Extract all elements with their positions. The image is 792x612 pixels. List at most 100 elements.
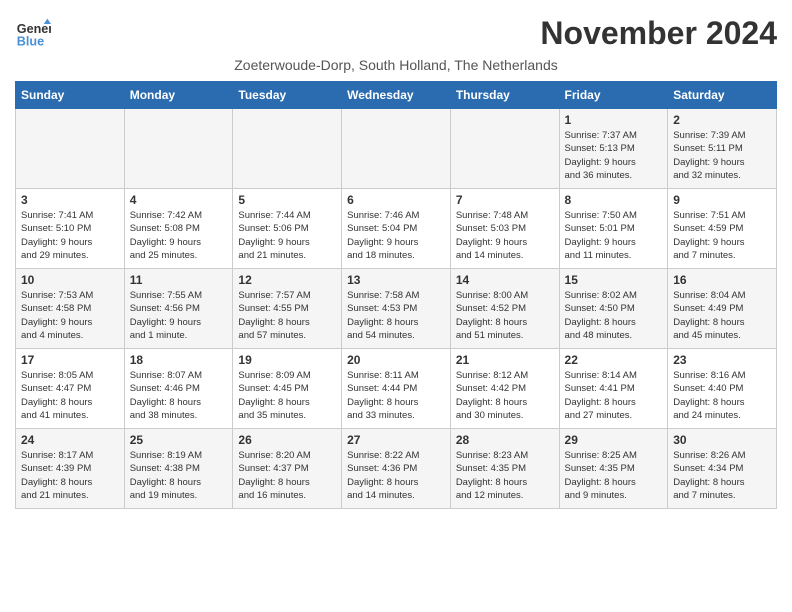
calendar-cell: 26 Sunrise: 8:20 AM Sunset: 4:37 PM Dayli… <box>233 429 342 509</box>
day-info: Sunrise: 7:55 AM Sunset: 4:56 PM Dayligh… <box>130 289 228 342</box>
day-number: 5 <box>238 193 336 207</box>
calendar-cell: 25Sunrise: 8:19 AM Sunset: 4:38 PM Dayli… <box>124 429 233 509</box>
calendar-cell: 4Sunrise: 7:42 AM Sunset: 5:08 PM Daylig… <box>124 189 233 269</box>
calendar-header-sunday: Sunday <box>16 82 125 109</box>
day-number: 22 <box>565 353 663 367</box>
calendar-cell: 11Sunrise: 7:55 AM Sunset: 4:56 PM Dayli… <box>124 269 233 349</box>
calendar-cell: 6 Sunrise: 7:46 AM Sunset: 5:04 PM Daylig… <box>342 189 451 269</box>
day-number: 3 <box>21 193 119 207</box>
calendar-cell: 5 Sunrise: 7:44 AM Sunset: 5:06 PM Daylig… <box>233 189 342 269</box>
calendar-header-friday: Friday <box>559 82 668 109</box>
calendar-week-row: 3 Sunrise: 7:41 AM Sunset: 5:10 PM Daylig… <box>16 189 777 269</box>
day-info: Sunrise: 7:39 AM Sunset: 5:11 PM Dayligh… <box>673 129 771 182</box>
calendar-cell: 21Sunrise: 8:12 AM Sunset: 4:42 PM Dayli… <box>450 349 559 429</box>
calendar-header-saturday: Saturday <box>668 82 777 109</box>
day-info: Sunrise: 8:11 AM Sunset: 4:44 PM Dayligh… <box>347 369 445 422</box>
calendar-cell <box>342 109 451 189</box>
calendar-week-row: 24 Sunrise: 8:17 AM Sunset: 4:39 PM Dayli… <box>16 429 777 509</box>
day-info: Sunrise: 8:20 AM Sunset: 4:37 PM Dayligh… <box>238 449 336 502</box>
day-number: 10 <box>21 273 119 287</box>
calendar-cell: 30 Sunrise: 8:26 AM Sunset: 4:34 PM Dayli… <box>668 429 777 509</box>
calendar-header-row: SundayMondayTuesdayWednesdayThursdayFrid… <box>16 82 777 109</box>
calendar-cell: 15 Sunrise: 8:02 AM Sunset: 4:50 PM Dayli… <box>559 269 668 349</box>
day-info: Sunrise: 7:50 AM Sunset: 5:01 PM Dayligh… <box>565 209 663 262</box>
calendar-cell: 24 Sunrise: 8:17 AM Sunset: 4:39 PM Dayli… <box>16 429 125 509</box>
day-number: 7 <box>456 193 554 207</box>
day-number: 24 <box>21 433 119 447</box>
day-number: 2 <box>673 113 771 127</box>
calendar-cell <box>450 109 559 189</box>
day-number: 26 <box>238 433 336 447</box>
day-number: 28 <box>456 433 554 447</box>
day-info: Sunrise: 7:42 AM Sunset: 5:08 PM Dayligh… <box>130 209 228 262</box>
calendar-header-thursday: Thursday <box>450 82 559 109</box>
day-info: Sunrise: 8:22 AM Sunset: 4:36 PM Dayligh… <box>347 449 445 502</box>
title-section: November 2024 <box>540 15 777 52</box>
day-info: Sunrise: 8:02 AM Sunset: 4:50 PM Dayligh… <box>565 289 663 342</box>
day-info: Sunrise: 7:46 AM Sunset: 5:04 PM Dayligh… <box>347 209 445 262</box>
day-number: 16 <box>673 273 771 287</box>
day-number: 30 <box>673 433 771 447</box>
calendar-cell: 22 Sunrise: 8:14 AM Sunset: 4:41 PM Dayli… <box>559 349 668 429</box>
day-info: Sunrise: 8:14 AM Sunset: 4:41 PM Dayligh… <box>565 369 663 422</box>
day-info: Sunrise: 8:04 AM Sunset: 4:49 PM Dayligh… <box>673 289 771 342</box>
day-info: Sunrise: 8:17 AM Sunset: 4:39 PM Dayligh… <box>21 449 119 502</box>
calendar-week-row: 10Sunrise: 7:53 AM Sunset: 4:58 PM Dayli… <box>16 269 777 349</box>
day-info: Sunrise: 7:48 AM Sunset: 5:03 PM Dayligh… <box>456 209 554 262</box>
day-number: 23 <box>673 353 771 367</box>
calendar-cell: 13Sunrise: 7:58 AM Sunset: 4:53 PM Dayli… <box>342 269 451 349</box>
day-info: Sunrise: 8:25 AM Sunset: 4:35 PM Dayligh… <box>565 449 663 502</box>
calendar-cell: 28 Sunrise: 8:23 AM Sunset: 4:35 PM Dayli… <box>450 429 559 509</box>
calendar-cell <box>124 109 233 189</box>
calendar-cell: 7 Sunrise: 7:48 AM Sunset: 5:03 PM Daylig… <box>450 189 559 269</box>
day-number: 14 <box>456 273 554 287</box>
day-number: 12 <box>238 273 336 287</box>
calendar-week-row: 1 Sunrise: 7:37 AM Sunset: 5:13 PM Daylig… <box>16 109 777 189</box>
day-info: Sunrise: 8:23 AM Sunset: 4:35 PM Dayligh… <box>456 449 554 502</box>
day-number: 27 <box>347 433 445 447</box>
day-number: 20 <box>347 353 445 367</box>
day-info: Sunrise: 8:05 AM Sunset: 4:47 PM Dayligh… <box>21 369 119 422</box>
calendar-cell: 17 Sunrise: 8:05 AM Sunset: 4:47 PM Dayli… <box>16 349 125 429</box>
day-info: Sunrise: 8:19 AM Sunset: 4:38 PM Dayligh… <box>130 449 228 502</box>
day-info: Sunrise: 8:07 AM Sunset: 4:46 PM Dayligh… <box>130 369 228 422</box>
day-info: Sunrise: 8:26 AM Sunset: 4:34 PM Dayligh… <box>673 449 771 502</box>
calendar-cell: 20 Sunrise: 8:11 AM Sunset: 4:44 PM Dayli… <box>342 349 451 429</box>
day-number: 17 <box>21 353 119 367</box>
svg-text:Blue: Blue <box>17 35 44 49</box>
calendar-cell: 1 Sunrise: 7:37 AM Sunset: 5:13 PM Daylig… <box>559 109 668 189</box>
day-number: 6 <box>347 193 445 207</box>
day-number: 19 <box>238 353 336 367</box>
calendar-week-row: 17 Sunrise: 8:05 AM Sunset: 4:47 PM Dayli… <box>16 349 777 429</box>
calendar-cell: 27 Sunrise: 8:22 AM Sunset: 4:36 PM Dayli… <box>342 429 451 509</box>
day-info: Sunrise: 7:44 AM Sunset: 5:06 PM Dayligh… <box>238 209 336 262</box>
page-header: General Blue November 2024 <box>15 15 777 52</box>
day-info: Sunrise: 8:12 AM Sunset: 4:42 PM Dayligh… <box>456 369 554 422</box>
day-number: 9 <box>673 193 771 207</box>
day-info: Sunrise: 7:57 AM Sunset: 4:55 PM Dayligh… <box>238 289 336 342</box>
calendar-cell <box>233 109 342 189</box>
calendar-cell: 19 Sunrise: 8:09 AM Sunset: 4:45 PM Dayli… <box>233 349 342 429</box>
calendar-table: SundayMondayTuesdayWednesdayThursdayFrid… <box>15 81 777 509</box>
day-number: 1 <box>565 113 663 127</box>
calendar-cell: 12 Sunrise: 7:57 AM Sunset: 4:55 PM Dayli… <box>233 269 342 349</box>
calendar-cell: 23 Sunrise: 8:16 AM Sunset: 4:40 PM Dayli… <box>668 349 777 429</box>
calendar-cell: 3 Sunrise: 7:41 AM Sunset: 5:10 PM Daylig… <box>16 189 125 269</box>
day-info: Sunrise: 7:37 AM Sunset: 5:13 PM Dayligh… <box>565 129 663 182</box>
day-info: Sunrise: 8:09 AM Sunset: 4:45 PM Dayligh… <box>238 369 336 422</box>
day-number: 15 <box>565 273 663 287</box>
day-info: Sunrise: 8:00 AM Sunset: 4:52 PM Dayligh… <box>456 289 554 342</box>
logo-icon: General Blue <box>15 15 51 51</box>
logo: General Blue <box>15 15 51 51</box>
day-info: Sunrise: 7:51 AM Sunset: 4:59 PM Dayligh… <box>673 209 771 262</box>
calendar-header-wednesday: Wednesday <box>342 82 451 109</box>
day-info: Sunrise: 8:16 AM Sunset: 4:40 PM Dayligh… <box>673 369 771 422</box>
calendar-cell: 2 Sunrise: 7:39 AM Sunset: 5:11 PM Daylig… <box>668 109 777 189</box>
month-title: November 2024 <box>540 15 777 52</box>
calendar-header-monday: Monday <box>124 82 233 109</box>
calendar-cell: 8Sunrise: 7:50 AM Sunset: 5:01 PM Daylig… <box>559 189 668 269</box>
location-subtitle: Zoeterwoude-Dorp, South Holland, The Net… <box>15 57 777 73</box>
calendar-header-tuesday: Tuesday <box>233 82 342 109</box>
day-info: Sunrise: 7:41 AM Sunset: 5:10 PM Dayligh… <box>21 209 119 262</box>
day-number: 13 <box>347 273 445 287</box>
